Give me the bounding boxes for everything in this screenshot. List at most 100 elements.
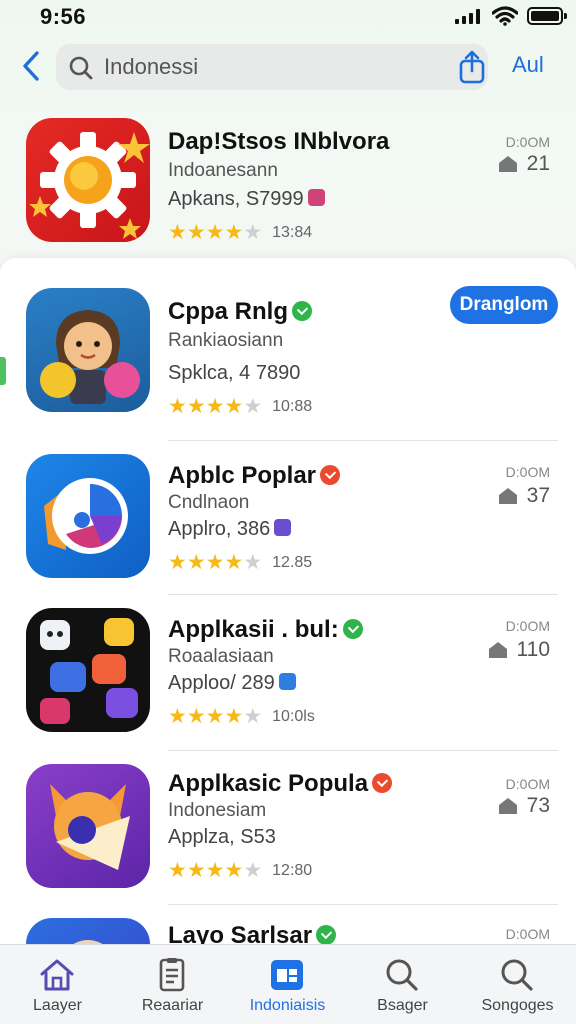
- divider: [168, 904, 558, 905]
- app-name: Apblc Poplar: [168, 462, 341, 490]
- search-icon: [386, 959, 418, 991]
- cancel-button[interactable]: Aul: [512, 52, 544, 78]
- tab-label: Indoniaisis: [249, 997, 326, 1014]
- tab-bar: Laayer Reaariar Indoniaisis Bsager Songo…: [0, 944, 576, 1024]
- get-count: 73: [526, 794, 550, 817]
- rating-count: 10:0ls: [272, 707, 315, 725]
- divider: [168, 440, 558, 441]
- app-name: Applkasii . bul:: [168, 616, 363, 644]
- tab-songoges[interactable]: Songoges: [460, 945, 575, 1024]
- app-subtitle: Indoanesann: [168, 160, 278, 181]
- verified-badge-icon: [342, 618, 363, 639]
- search-bar[interactable]: [56, 44, 488, 90]
- search-icon: [501, 959, 533, 991]
- wifi-icon: [492, 6, 518, 26]
- app-name: Dap!Stsos INblvora: [168, 128, 390, 155]
- store-icon: [498, 488, 517, 504]
- star-rating: ★ ★ ★ ★ ★ 10:0ls: [168, 706, 315, 727]
- star-icon: ★: [168, 551, 187, 574]
- star-icon: ★: [243, 221, 263, 244]
- star-icon: ★: [243, 859, 263, 882]
- category-chip: [307, 189, 325, 207]
- store-icon: [498, 156, 517, 172]
- share-icon[interactable]: [454, 49, 490, 85]
- app-subtitle: Indonesiam: [168, 800, 267, 821]
- star-icon: ★: [205, 705, 225, 728]
- verified-badge-icon: [292, 300, 312, 321]
- list-item[interactable]: Applkasii . bul: Roaalasiaan Apploo/ 289…: [0, 600, 576, 750]
- get-button[interactable]: 110: [487, 638, 550, 662]
- star-icon: ★: [224, 221, 244, 244]
- category-chip: [274, 519, 292, 537]
- app-meta: Applro, 386: [168, 518, 292, 541]
- download-button[interactable]: Dranglom: [450, 286, 558, 324]
- divider: [168, 750, 558, 751]
- list-item[interactable]: Layo Sarlsar D:0OM: [0, 910, 576, 944]
- sun-gear-icon: [26, 118, 150, 242]
- list-item[interactable]: Dap!Stsos INblvora Indoanesann Apkans, S…: [0, 110, 576, 260]
- get-button[interactable]: 37: [497, 484, 550, 508]
- chevron-left-icon: [23, 51, 39, 81]
- get-button[interactable]: 21: [497, 152, 550, 176]
- search-input[interactable]: [104, 52, 434, 82]
- star-icon: ★: [168, 221, 187, 244]
- fox-icon: [26, 764, 150, 888]
- store-icon: [488, 642, 507, 658]
- star-icon: ★: [243, 551, 263, 574]
- app-subtitle: Cndlnaon: [168, 492, 250, 513]
- size-label: D:0OM: [505, 464, 550, 480]
- star-rating: ★ ★ ★ ★ ★ 13:84: [168, 222, 312, 243]
- cellular-signal-icon: [455, 8, 480, 24]
- search-icon: [69, 56, 93, 80]
- tab-reaariar[interactable]: Reaariar: [115, 945, 230, 1024]
- star-rating: ★ ★ ★ ★ ★ 12:80: [168, 860, 312, 881]
- app-subtitle: Rankiaosiann: [168, 330, 284, 351]
- tab-label: Bsager: [377, 997, 428, 1014]
- get-button[interactable]: 73: [497, 794, 550, 818]
- document-icon: [159, 958, 185, 992]
- app-meta: Apkans, S7999: [168, 188, 325, 211]
- list-item[interactable]: Apblc Poplar Cndlnaon Applro, 386 ★ ★ ★ ★ ★ …: [0, 446, 576, 596]
- star-icon: ★: [168, 705, 187, 728]
- tab-label: Laayer: [33, 997, 82, 1014]
- star-icon: ★: [224, 551, 244, 574]
- home-icon: [40, 959, 74, 991]
- star-icon: ★: [186, 705, 206, 728]
- apps-icon: [271, 960, 303, 990]
- tab-layer[interactable]: Laayer: [0, 945, 115, 1024]
- star-rating: ★ ★ ★ ★ ★ 12.85: [168, 552, 312, 573]
- size-label: D:0OM: [505, 926, 550, 942]
- app-name: Applkasic Popula: [168, 770, 393, 798]
- size-label: D:0OM: [505, 618, 550, 634]
- app-meta: Applza, S53: [168, 826, 276, 848]
- circle-swirl-icon: [26, 454, 150, 578]
- rating-count: 12:80: [272, 861, 313, 879]
- star-icon: ★: [224, 705, 244, 728]
- tab-indoniaisis[interactable]: Indoniaisis: [230, 945, 345, 1024]
- size-label: D:0OM: [505, 776, 550, 792]
- star-rating: ★ ★ ★ ★ ★ 10:88: [168, 396, 312, 417]
- alert-badge-icon: [372, 772, 393, 793]
- tab-bsager[interactable]: Bsager: [345, 945, 460, 1024]
- divider: [168, 594, 558, 595]
- category-chip: [278, 673, 296, 691]
- star-icon: ★: [186, 395, 206, 418]
- battery-icon: [527, 7, 567, 25]
- app-name: Cppa Rnlg: [168, 298, 312, 326]
- star-icon: ★: [186, 859, 206, 882]
- star-icon: ★: [186, 221, 206, 244]
- star-icon: ★: [243, 705, 263, 728]
- star-icon: ★: [205, 859, 225, 882]
- store-icon: [498, 798, 517, 814]
- back-button[interactable]: [14, 48, 48, 84]
- status-bar: 9:56: [0, 0, 576, 36]
- list-item[interactable]: Applkasic Popula Indonesiam Applza, S53 …: [0, 756, 576, 906]
- star-icon: ★: [186, 551, 206, 574]
- character-icon: [26, 288, 150, 412]
- app-meta: Apploo/ 289: [168, 672, 296, 695]
- rating-count: 10:88: [272, 397, 313, 415]
- rating-count: 13:84: [272, 223, 313, 241]
- app-name: Layo Sarlsar: [168, 922, 337, 944]
- alert-badge-icon: [320, 464, 341, 485]
- star-icon: ★: [224, 395, 244, 418]
